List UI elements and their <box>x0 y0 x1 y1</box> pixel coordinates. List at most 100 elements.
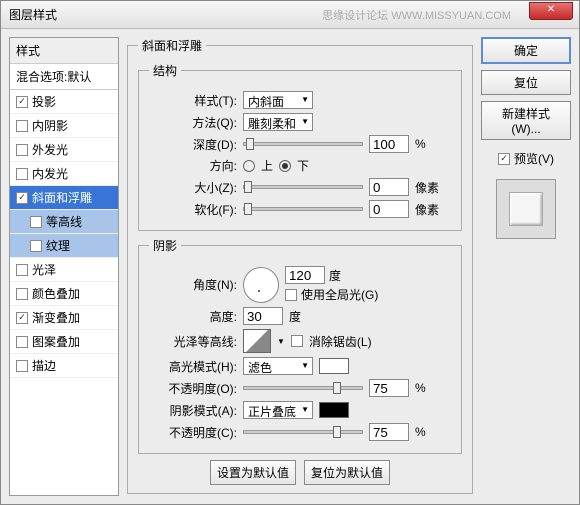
opacity-unit2: % <box>415 425 426 439</box>
shadow-mode-dropdown[interactable]: 正片叠底 <box>243 401 313 419</box>
style-label: 纹理 <box>46 237 70 254</box>
style-item-外发光[interactable]: 外发光 <box>10 138 118 162</box>
depth-unit: % <box>415 137 426 151</box>
altitude-input[interactable] <box>243 307 283 325</box>
preview-box <box>496 179 556 239</box>
gloss-contour[interactable] <box>243 329 271 353</box>
ok-button[interactable]: 确定 <box>481 37 571 64</box>
style-checkbox[interactable] <box>16 144 28 156</box>
highlight-opacity-slider[interactable] <box>243 386 363 390</box>
style-item-纹理[interactable]: 纹理 <box>10 234 118 258</box>
method-dropdown[interactable]: 雕刻柔和 <box>243 113 313 131</box>
soften-input[interactable] <box>369 200 409 218</box>
highlight-color-swatch[interactable] <box>319 358 349 374</box>
highlight-opacity-label: 不透明度(O): <box>149 380 237 397</box>
highlight-opacity-input[interactable] <box>369 379 409 397</box>
style-checkbox[interactable] <box>16 288 28 300</box>
titlebar[interactable]: 图层样式 思缘设计论坛 WWW.MISSYUAN.COM ✕ <box>1 1 579 29</box>
style-item-渐变叠加[interactable]: ✓渐变叠加 <box>10 306 118 330</box>
style-label: 斜面和浮雕 <box>32 189 92 206</box>
size-unit: 像素 <box>415 179 439 196</box>
reset-default-button[interactable]: 复位为默认值 <box>304 460 390 485</box>
side-panel: 确定 复位 新建样式(W)... ✓ 预览(V) <box>481 37 571 496</box>
style-checkbox[interactable]: ✓ <box>16 96 28 108</box>
style-item-等高线[interactable]: 等高线 <box>10 210 118 234</box>
method-label: 方法(Q): <box>149 114 237 131</box>
size-slider[interactable] <box>243 185 363 189</box>
style-checkbox[interactable] <box>16 120 28 132</box>
preview-label: 预览(V) <box>514 150 554 167</box>
style-checkbox[interactable] <box>16 360 28 372</box>
style-checkbox[interactable]: ✓ <box>16 312 28 324</box>
shading-legend: 阴影 <box>149 237 181 254</box>
angle-input[interactable] <box>285 266 325 284</box>
style-dropdown[interactable]: 内斜面 <box>243 91 313 109</box>
depth-label: 深度(D): <box>149 136 237 153</box>
depth-slider[interactable] <box>243 142 363 146</box>
new-style-button[interactable]: 新建样式(W)... <box>481 101 571 140</box>
slider-thumb[interactable] <box>244 181 252 193</box>
style-label: 投影 <box>32 93 56 110</box>
slider-thumb[interactable] <box>244 203 252 215</box>
style-item-内发光[interactable]: 内发光 <box>10 162 118 186</box>
highlight-mode-dropdown[interactable]: 滤色 <box>243 357 313 375</box>
style-item-图案叠加[interactable]: 图案叠加 <box>10 330 118 354</box>
style-item-斜面和浮雕[interactable]: ✓ 斜面和浮雕 <box>10 186 118 210</box>
set-default-button[interactable]: 设置为默认值 <box>210 460 296 485</box>
direction-down-radio[interactable] <box>279 160 291 172</box>
style-label: 等高线 <box>46 213 82 230</box>
cancel-button[interactable]: 复位 <box>481 70 571 95</box>
style-label: 描边 <box>32 357 56 374</box>
style-checkbox[interactable] <box>16 168 28 180</box>
style-checkbox[interactable]: ✓ <box>16 192 28 204</box>
shadow-mode-label: 阴影模式(A): <box>149 402 237 419</box>
size-input[interactable] <box>369 178 409 196</box>
shadow-color-swatch[interactable] <box>319 402 349 418</box>
gloss-label: 光泽等高线: <box>149 333 237 350</box>
blend-options[interactable]: 混合选项:默认 <box>10 64 118 90</box>
soften-unit: 像素 <box>415 201 439 218</box>
style-label: 内阴影 <box>32 117 68 134</box>
shadow-opacity-label: 不透明度(C): <box>149 424 237 441</box>
style-item-投影[interactable]: ✓ 投影 <box>10 90 118 114</box>
global-light-label: 使用全局光(G) <box>301 286 378 303</box>
soften-label: 软化(F): <box>149 201 237 218</box>
antialias-checkbox[interactable] <box>291 335 303 347</box>
structure-legend: 结构 <box>149 62 181 79</box>
style-checkbox[interactable] <box>30 216 42 228</box>
styles-header: 样式 <box>10 38 118 64</box>
window-title: 图层样式 <box>9 6 57 23</box>
style-checkbox[interactable] <box>16 264 28 276</box>
slider-thumb[interactable] <box>333 426 341 438</box>
close-button[interactable]: ✕ <box>529 2 573 20</box>
style-label: 内发光 <box>32 165 68 182</box>
style-item-光泽[interactable]: 光泽 <box>10 258 118 282</box>
shadow-opacity-slider[interactable] <box>243 430 363 434</box>
style-label: 外发光 <box>32 141 68 158</box>
style-label: 样式(T): <box>149 92 237 109</box>
structure-group: 结构 样式(T): 内斜面 方法(Q): 雕刻柔和 深度(D): % <box>138 62 462 231</box>
direction-up-radio[interactable] <box>243 160 255 172</box>
style-item-内阴影[interactable]: 内阴影 <box>10 114 118 138</box>
antialias-label: 消除锯齿(L) <box>309 333 372 350</box>
slider-thumb[interactable] <box>246 138 254 150</box>
slider-thumb[interactable] <box>333 382 341 394</box>
depth-input[interactable] <box>369 135 409 153</box>
angle-unit: 度 <box>329 267 341 284</box>
opacity-unit: % <box>415 381 426 395</box>
global-light-checkbox[interactable] <box>285 289 297 301</box>
style-checkbox[interactable] <box>30 240 42 252</box>
style-checkbox[interactable] <box>16 336 28 348</box>
style-item-描边[interactable]: 描边 <box>10 354 118 378</box>
shadow-opacity-input[interactable] <box>369 423 409 441</box>
preview-swatch <box>509 192 543 226</box>
style-label: 光泽 <box>32 261 56 278</box>
main-panel: 斜面和浮雕 结构 样式(T): 内斜面 方法(Q): 雕刻柔和 深度(D): <box>127 37 473 496</box>
angle-dial[interactable] <box>243 267 279 303</box>
soften-slider[interactable] <box>243 207 363 211</box>
style-item-颜色叠加[interactable]: 颜色叠加 <box>10 282 118 306</box>
direction-label: 方向: <box>149 157 237 174</box>
preview-checkbox[interactable]: ✓ <box>498 153 510 165</box>
chevron-down-icon[interactable]: ▼ <box>277 337 285 346</box>
altitude-label: 高度: <box>149 308 237 325</box>
